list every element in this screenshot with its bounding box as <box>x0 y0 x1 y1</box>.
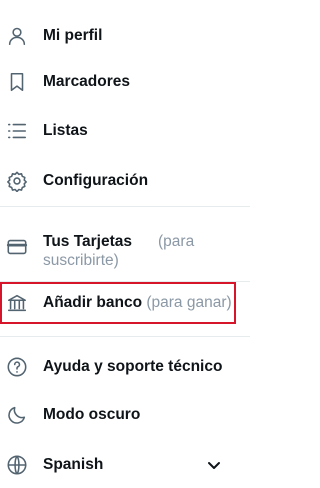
menu-item-label: Añadir banco (para ganar) <box>43 294 232 312</box>
menu-item-title: Tus Tarjetas <box>43 233 133 250</box>
menu-item-bookmarks[interactable]: Marcadores <box>0 70 250 94</box>
menu-item-label: Ayuda y soporte técnico <box>43 358 223 375</box>
menu-item-hint: (para ganar) <box>146 294 232 311</box>
menu-item-language[interactable]: Spanish <box>0 453 250 477</box>
question-icon <box>6 356 28 378</box>
moon-icon <box>6 404 28 426</box>
menu-item-lists[interactable]: Listas <box>0 119 250 143</box>
menu-item-label: Modo oscuro <box>43 406 141 423</box>
globe-icon <box>6 454 28 476</box>
menu-item-label: Marcadores <box>43 73 131 90</box>
gear-icon <box>6 170 28 192</box>
menu-item-title: Añadir banco <box>43 294 143 311</box>
menu-item-label: Tus Tarjetas (para <box>43 233 194 251</box>
menu-item-cards[interactable]: Tus Tarjetas (para suscribirte) <box>0 228 250 272</box>
chevron-down-icon[interactable] <box>206 457 222 473</box>
bookmark-icon <box>6 71 28 93</box>
bank-icon <box>6 292 28 314</box>
credit-card-icon <box>6 236 28 258</box>
menu-item-label: Mi perfil <box>43 27 103 44</box>
menu-item-add-bank[interactable]: Añadir banco (para ganar) <box>0 291 250 315</box>
menu-item-label: Spanish <box>43 456 104 473</box>
divider <box>0 206 250 207</box>
menu-item-label: Listas <box>43 122 88 139</box>
menu-item-profile[interactable]: Mi perfil <box>0 24 250 48</box>
divider <box>0 336 250 337</box>
menu-item-hint-continued: suscribirte) <box>43 252 119 269</box>
menu-item-label: Configuración <box>43 172 149 189</box>
menu-item-help[interactable]: Ayuda y soporte técnico <box>0 355 250 379</box>
menu-item-hint: (para <box>158 233 195 250</box>
menu-item-dark-mode[interactable]: Modo oscuro <box>0 403 250 427</box>
person-icon <box>6 25 28 47</box>
list-icon <box>6 120 28 142</box>
menu-item-settings[interactable]: Configuración <box>0 169 250 193</box>
